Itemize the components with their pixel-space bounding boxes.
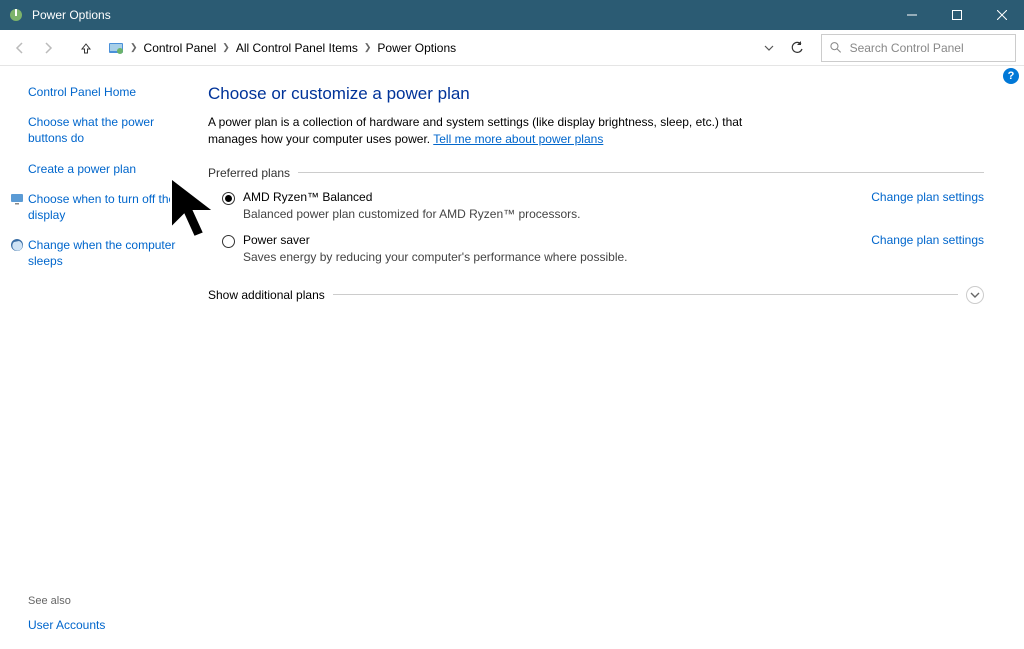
sidebar-item-power-buttons[interactable]: Choose what the power buttons do [28,115,154,145]
plan-name: AMD Ryzen™ Balanced [243,190,855,204]
sidebar: Control Panel Home Choose what the power… [0,66,200,649]
plan-desc: Balanced power plan customized for AMD R… [243,207,855,221]
up-button[interactable] [74,36,98,60]
see-also-label: See also [28,595,105,607]
sidebar-footer: See also User Accounts [28,595,105,633]
page-description: A power plan is a collection of hardware… [208,114,748,148]
see-also-user-accounts[interactable]: User Accounts [28,618,105,632]
breadcrumb-item[interactable]: All Control Panel Items [236,41,358,55]
titlebar: Power Options [0,0,1024,30]
sleep-icon [10,238,24,252]
breadcrumb-dropdown[interactable] [759,43,779,53]
sidebar-item-create-plan[interactable]: Create a power plan [28,162,136,176]
content: Control Panel Home Choose what the power… [0,66,1024,649]
breadcrumb[interactable]: ❯ Control Panel ❯ All Control Panel Item… [102,34,755,62]
breadcrumb-item[interactable]: Control Panel [144,41,217,55]
search-input[interactable] [850,41,1007,55]
preferred-plans-header: Preferred plans [208,166,984,180]
show-additional-plans[interactable]: Show additional plans [208,286,984,304]
forward-button[interactable] [36,36,60,60]
plan-row: AMD Ryzen™ Balanced Balanced power plan … [222,190,984,221]
plan-radio[interactable] [222,235,235,248]
plan-row: Power saver Saves energy by reducing you… [222,233,984,264]
sidebar-item-computer-sleeps[interactable]: Change when the computer sleeps [28,238,175,268]
display-icon [10,192,24,206]
main: Choose or customize a power plan A power… [200,66,1024,649]
search-box[interactable] [821,34,1016,62]
maximize-button[interactable] [934,0,979,30]
back-button[interactable] [8,36,32,60]
page-heading: Choose or customize a power plan [208,84,984,104]
plan-desc: Saves energy by reducing your computer's… [243,250,855,264]
navbar: ❯ Control Panel ❯ All Control Panel Item… [0,30,1024,66]
chevron-right-icon: ❯ [130,42,138,53]
power-options-icon [8,7,24,23]
control-panel-home-link[interactable]: Control Panel Home [28,84,190,100]
learn-more-link[interactable]: Tell me more about power plans [433,132,603,146]
divider [298,172,984,173]
search-icon [830,41,842,54]
change-plan-settings-link[interactable]: Change plan settings [871,190,984,204]
plan-radio-selected[interactable] [222,192,235,205]
minimize-button[interactable] [889,0,934,30]
plan-name: Power saver [243,233,855,247]
divider [333,294,958,295]
chevron-right-icon: ❯ [222,42,230,53]
control-panel-icon [108,40,124,56]
chevron-right-icon: ❯ [364,42,372,53]
change-plan-settings-link[interactable]: Change plan settings [871,233,984,247]
sidebar-item-turn-off-display[interactable]: Choose when to turn off the display [28,192,175,222]
refresh-button[interactable] [783,34,811,62]
window-title: Power Options [32,8,111,22]
chevron-down-icon [966,286,984,304]
close-button[interactable] [979,0,1024,30]
breadcrumb-item[interactable]: Power Options [377,41,456,55]
